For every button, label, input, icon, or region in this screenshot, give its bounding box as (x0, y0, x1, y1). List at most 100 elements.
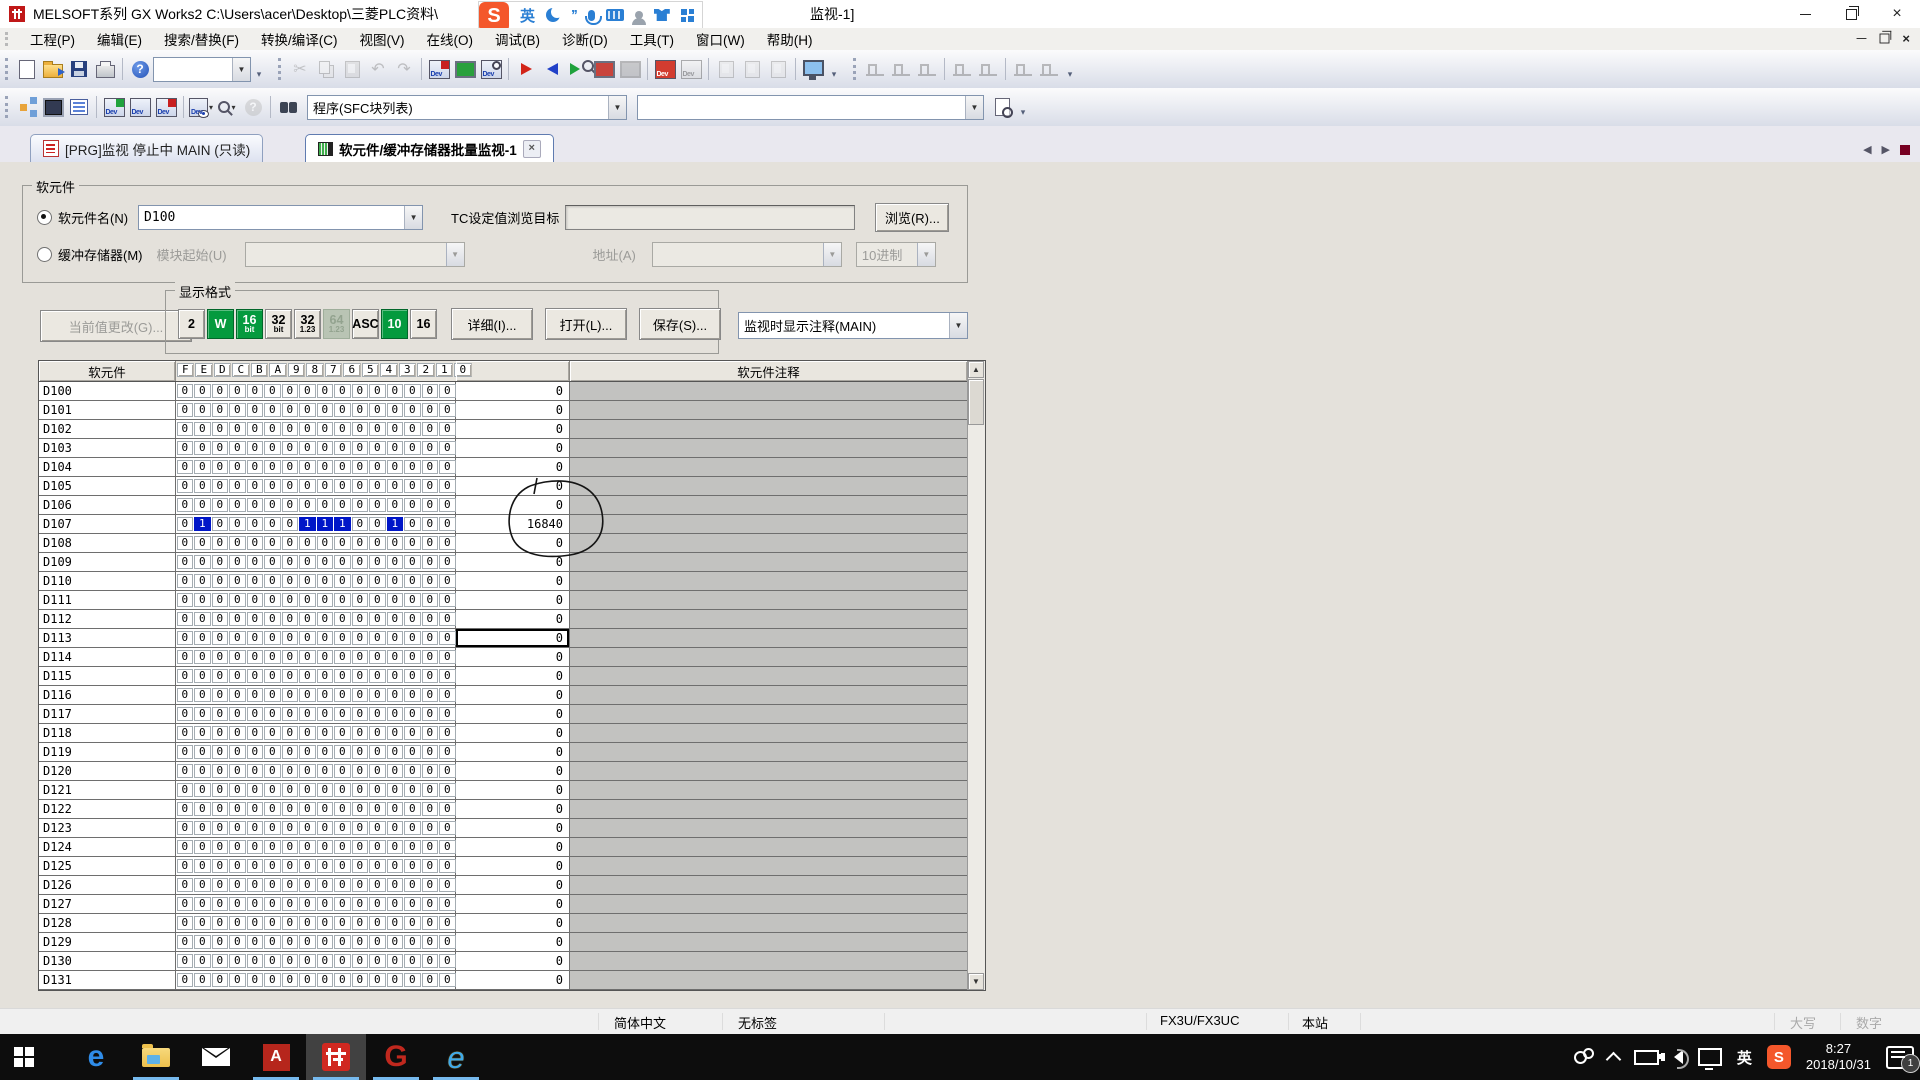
value-cell[interactable]: 0 (456, 895, 570, 913)
toolbar-overflow-icon[interactable] (1017, 95, 1029, 119)
device-cell[interactable]: D104 (39, 458, 176, 476)
bit-cell[interactable]: 0 (387, 498, 404, 512)
device-cell[interactable]: D110 (39, 572, 176, 590)
bit-cell[interactable]: 0 (299, 555, 316, 569)
bit-cell[interactable]: 0 (299, 498, 316, 512)
bit-cell[interactable]: 0 (369, 973, 386, 987)
bit-cell[interactable]: 0 (212, 783, 229, 797)
bit-cell[interactable]: 0 (439, 707, 456, 721)
value-cell[interactable]: 0 (456, 553, 570, 571)
bit-cell[interactable]: 0 (212, 935, 229, 949)
bit-cell[interactable]: 0 (387, 764, 404, 778)
bit-cell[interactable]: 0 (264, 441, 281, 455)
value-cell[interactable]: 0 (456, 591, 570, 609)
bit-cell[interactable]: 0 (229, 878, 246, 892)
device-memory-find-icon[interactable] (479, 57, 503, 81)
bit-cell[interactable]: 0 (387, 707, 404, 721)
device-batch-icon[interactable] (154, 95, 178, 119)
bit-cell[interactable]: 0 (177, 498, 194, 512)
bit-cell[interactable]: 0 (334, 897, 351, 911)
bit-cell[interactable]: 0 (352, 935, 369, 949)
bit-cell[interactable]: 0 (247, 764, 264, 778)
bit-cell[interactable]: 0 (439, 935, 456, 949)
bit-cell[interactable]: 0 (422, 707, 439, 721)
toolbar-overflow-icon[interactable] (828, 57, 840, 81)
bit-cell[interactable]: 0 (387, 460, 404, 474)
bit-cell[interactable]: 0 (299, 422, 316, 436)
bit-cell[interactable]: 0 (334, 479, 351, 493)
bit-cell[interactable]: 0 (177, 897, 194, 911)
bit-cell[interactable]: 0 (439, 593, 456, 607)
bit-cell[interactable]: 0 (177, 517, 194, 531)
toolbar-overflow-icon[interactable] (253, 57, 265, 81)
bit-cell[interactable]: 0 (264, 593, 281, 607)
bit-cell[interactable]: 0 (264, 859, 281, 873)
bit-cell[interactable]: 0 (352, 403, 369, 417)
bit-cell[interactable]: 0 (352, 821, 369, 835)
bit-cell[interactable]: 0 (387, 859, 404, 873)
comment-cell[interactable] (570, 477, 967, 495)
bit-cell[interactable]: 0 (439, 688, 456, 702)
bit-cell[interactable]: 0 (334, 593, 351, 607)
bit-cell[interactable]: 0 (229, 403, 246, 417)
bit-cell[interactable]: 0 (317, 840, 334, 854)
bit-cell[interactable]: 0 (334, 764, 351, 778)
bit-cell[interactable]: 0 (334, 574, 351, 588)
bit-cell[interactable]: 0 (247, 479, 264, 493)
value-cell[interactable]: 0 (456, 952, 570, 970)
detail-button[interactable]: 详细(I)... (451, 308, 533, 340)
bit-cell[interactable]: 0 (387, 973, 404, 987)
bit-cell[interactable]: 0 (247, 669, 264, 683)
bit-cell[interactable]: 0 (282, 897, 299, 911)
bit-cell[interactable]: 0 (282, 403, 299, 417)
device-cell[interactable]: D121 (39, 781, 176, 799)
menu-item-3[interactable]: 搜索/替换(F) (153, 29, 250, 49)
bit-cell[interactable]: 0 (404, 745, 421, 759)
find-text-combo[interactable]: ▼ (637, 95, 984, 120)
bit-cell[interactable]: 0 (387, 688, 404, 702)
bit-cell[interactable]: 0 (352, 688, 369, 702)
bit-cell[interactable]: 0 (212, 498, 229, 512)
bit-cell[interactable]: 0 (247, 707, 264, 721)
bit-cell[interactable]: 0 (299, 403, 316, 417)
bit-cell[interactable]: 0 (422, 517, 439, 531)
value-cell[interactable]: 0 (456, 610, 570, 628)
bit-cell[interactable]: 0 (194, 764, 211, 778)
bit-cell[interactable]: 0 (229, 612, 246, 626)
bit-cell[interactable]: 0 (334, 954, 351, 968)
device-memory-write-icon[interactable] (427, 57, 451, 81)
bit-cell[interactable]: 0 (194, 498, 211, 512)
bit-cell[interactable]: 0 (369, 574, 386, 588)
restore-button[interactable] (1828, 0, 1874, 28)
device-cell[interactable]: D118 (39, 724, 176, 742)
scroll-up-icon[interactable]: ▲ (968, 361, 984, 378)
bit-cell[interactable]: 0 (282, 422, 299, 436)
bit-cell[interactable]: 0 (282, 973, 299, 987)
bit-cell[interactable]: 0 (282, 460, 299, 474)
bit-cell[interactable]: 0 (352, 878, 369, 892)
taskbar-file-explorer[interactable] (126, 1034, 186, 1080)
device-cell[interactable]: D106 (39, 496, 176, 514)
bit-cell[interactable]: 0 (177, 821, 194, 835)
bit-cell[interactable]: 0 (264, 650, 281, 664)
bit-cell[interactable]: 0 (282, 916, 299, 930)
bit-cell[interactable]: 0 (422, 441, 439, 455)
bit-cell[interactable]: 0 (422, 631, 439, 645)
device-cell[interactable]: D124 (39, 838, 176, 856)
bit-cell[interactable]: 0 (229, 479, 246, 493)
device-cell[interactable]: D114 (39, 648, 176, 666)
bit-cell[interactable]: 0 (212, 840, 229, 854)
bit-cell[interactable]: 0 (439, 460, 456, 474)
bit-cell[interactable]: 0 (422, 384, 439, 398)
device-cell[interactable]: D116 (39, 686, 176, 704)
bit-cell[interactable]: 0 (352, 517, 369, 531)
bit-cell[interactable]: 0 (264, 460, 281, 474)
bit-cell[interactable]: 0 (317, 593, 334, 607)
bit-cell[interactable]: 0 (334, 707, 351, 721)
find-device-icon[interactable]: ▾ (215, 95, 239, 119)
bit-cell[interactable]: 0 (282, 593, 299, 607)
bit-cell[interactable]: 0 (387, 536, 404, 550)
bit-cell[interactable]: 0 (212, 802, 229, 816)
taskbar-gx-developer[interactable]: G (366, 1034, 426, 1080)
open-project-icon[interactable] (41, 57, 65, 81)
